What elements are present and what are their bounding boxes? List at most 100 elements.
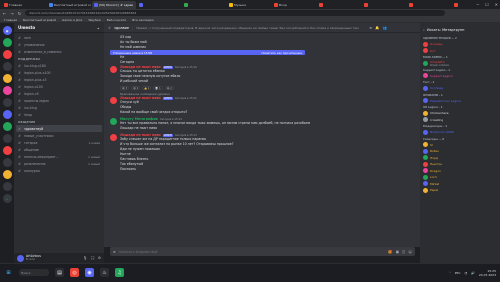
channel-item[interactable]: # конкурсы: [16, 167, 102, 174]
avatar[interactable]: [110, 134, 117, 141]
chevron-up-icon[interactable]: ˄: [449, 271, 451, 275]
url-input[interactable]: discord.com/channels/1025015127015156034…: [25, 10, 446, 16]
server-icon[interactable]: [2, 98, 12, 107]
server-header[interactable]: Umesto ⌄: [14, 23, 104, 33]
member-item[interactable]: Chickenhere: [423, 110, 497, 116]
mark-read-button[interactable]: Пометить как прочитанное: [262, 51, 302, 55]
member-item[interactable]: Bultarium Q999: [423, 129, 497, 135]
discord-icon[interactable]: ◉: [85, 268, 94, 277]
server-icon[interactable]: [2, 74, 12, 83]
spotify-icon[interactable]: ♫: [115, 268, 124, 277]
microphone-icon[interactable]: 🎙: [83, 256, 87, 260]
channel-category[interactable]: ПОДДЕРЖКА: [16, 55, 102, 62]
channel-item[interactable]: # здравствуй: [16, 125, 102, 132]
channel-item[interactable]: # гитарка 1 новая: [16, 139, 102, 146]
discord-home-icon[interactable]: ◉: [2, 26, 12, 35]
channel-item[interactable]: # изменение_в_новинки: [16, 48, 102, 55]
bookmark-link[interactable]: Все закладки: [132, 18, 153, 22]
reaction-chip[interactable]: 😂 2: [164, 86, 174, 90]
server-icon[interactable]: [2, 110, 12, 119]
member-search[interactable]: ⌕ Искать: Метаргрупп: [423, 25, 497, 35]
member-item[interactable]: Dragon: [423, 168, 497, 174]
message-list[interactable]: ХЗ карАх ты боже мойНе мой шмеликИди нах…: [104, 33, 420, 247]
server-icon[interactable]: [2, 50, 12, 59]
server-icon[interactable]: [2, 122, 12, 131]
gift-icon[interactable]: 🎁: [388, 250, 392, 254]
server-icon[interactable]: [2, 62, 12, 71]
gear-icon[interactable]: ⚙: [98, 256, 101, 260]
member-item[interactable]: Lord: [423, 174, 497, 180]
clock[interactable]: 15:25 24.07.2023: [479, 269, 496, 277]
browser-tab[interactable]: [182, 1, 226, 9]
bookmark-link[interactable]: Веб-соцсети: [107, 18, 127, 22]
member-item[interactable]: Бэбэк: [423, 148, 497, 154]
browser-tab[interactable]: (50) Discord | # здрав: [92, 0, 136, 9]
channel-item[interactable]: # legion-x100: [16, 83, 102, 90]
channel-item[interactable]: # legion-plus-x100: [16, 69, 102, 76]
member-item[interactable]: Pepel: [423, 187, 497, 193]
browser-tab[interactable]: Вход: [272, 1, 316, 9]
message-input[interactable]: Написать #здравствуй: [119, 250, 158, 254]
back-icon[interactable]: ←: [3, 11, 6, 16]
channel-item[interactable]: # lux-king: [16, 104, 102, 111]
bookmark-link[interactable]: Бесплатный игровой: [23, 18, 56, 22]
emoji-icon[interactable]: ☺: [408, 250, 412, 254]
channel-item[interactable]: # общение: [16, 146, 102, 153]
server-icon[interactable]: [2, 170, 12, 179]
reaction-chip[interactable]: 😂 3: [120, 86, 130, 90]
member-item[interactable]: Разработчик Legion: [423, 98, 497, 104]
sticker-icon[interactable]: ◫: [402, 250, 405, 254]
wifi-icon[interactable]: ◔: [464, 271, 467, 275]
taskbar-search[interactable]: Поиск: [19, 269, 49, 276]
member-item[interactable]: Support Legion: [423, 73, 497, 79]
avatar[interactable]: [110, 97, 117, 104]
close-icon[interactable]: ✕: [495, 2, 498, 7]
browser-tab[interactable]: Бесплатный игровой кл: [47, 1, 91, 9]
channel-item[interactable]: # новые_участники: [16, 132, 102, 139]
volume-icon[interactable]: 🔊: [471, 271, 475, 275]
channel-item[interactable]: # анонсы-мероприят... 1 новый: [16, 153, 102, 160]
bookmark-link[interactable]: Главная: [4, 18, 17, 22]
minimize-icon[interactable]: ─: [477, 2, 479, 7]
browser-tab[interactable]: Музыка: [227, 1, 271, 9]
member-item[interactable]: Кот: [423, 48, 497, 54]
channel-category[interactable]: ОБЩЕНИЕ: [16, 118, 102, 125]
language-indicator[interactable]: РУС: [455, 271, 461, 275]
forward-icon[interactable]: →: [10, 11, 13, 16]
server-icon[interactable]: [2, 134, 12, 143]
avatar[interactable]: [110, 118, 117, 125]
channel-item[interactable]: # legion-x5: [16, 90, 102, 97]
bookmark-link[interactable]: Wayfare: [88, 18, 100, 22]
bookmark-link[interactable]: Gamer и Jbox: [62, 18, 82, 22]
member-item[interactable]: SimplePro Играет в Roblox: [423, 60, 497, 67]
browser-tab[interactable]: [317, 1, 361, 9]
browser-tab[interactable]: [407, 1, 451, 9]
member-item[interactable]: Лорд: [423, 155, 497, 161]
member-item[interactable]: Ньютон: [423, 161, 497, 167]
maximize-icon[interactable]: ☐: [485, 2, 489, 7]
member-item[interactable]: rcreating: [423, 117, 497, 123]
member-item[interactable]: Лошадь: [423, 41, 497, 47]
avatar[interactable]: [110, 66, 117, 73]
reaction-chip[interactable]: 😂 2: [131, 86, 141, 90]
channel-item[interactable]: # проекты-legion: [16, 97, 102, 104]
channel-item[interactable]: # legion-plus-x3: [16, 76, 102, 83]
message[interactable]: Минуту Метаграфии Сегодня в 15:12 Нет ты в…: [110, 117, 414, 131]
chrome-icon[interactable]: ◎: [70, 268, 79, 277]
new-messages-banner[interactable]: Упоминание новое в 15:08 Пометить как пр…: [110, 50, 305, 55]
reaction-chip[interactable]: 💀 1: [153, 86, 163, 90]
server-icon[interactable]: [2, 86, 12, 95]
channel-item[interactable]: # развлечения 1 новый: [16, 160, 102, 167]
message[interactable]: Лошади не пьют пиво ADMIN Сегодня в 15:10 С…: [110, 65, 414, 84]
file-explorer-icon[interactable]: ▤: [55, 268, 64, 277]
channel-topic[interactable]: Привет, с полученный модераторов. В данн…: [136, 26, 366, 30]
headphones-icon[interactable]: 🎧: [91, 256, 95, 260]
browser-tab[interactable]: [362, 1, 406, 9]
message[interactable]: Лошади не пьют пиво ADMIN Сегодня в 15:11 О…: [110, 96, 414, 115]
member-search-input[interactable]: Искать: Метаргрупп: [427, 28, 464, 32]
chevron-down-icon[interactable]: ⌄: [97, 25, 100, 30]
server-icon[interactable]: [2, 146, 12, 155]
message-composer[interactable]: ⊕ Написать #здравствуй 🎁 ▣ ◫ ☺: [110, 247, 415, 256]
channel-item[interactable]: # lux-king-x180: [16, 62, 102, 69]
browser-tab[interactable]: [137, 1, 181, 9]
